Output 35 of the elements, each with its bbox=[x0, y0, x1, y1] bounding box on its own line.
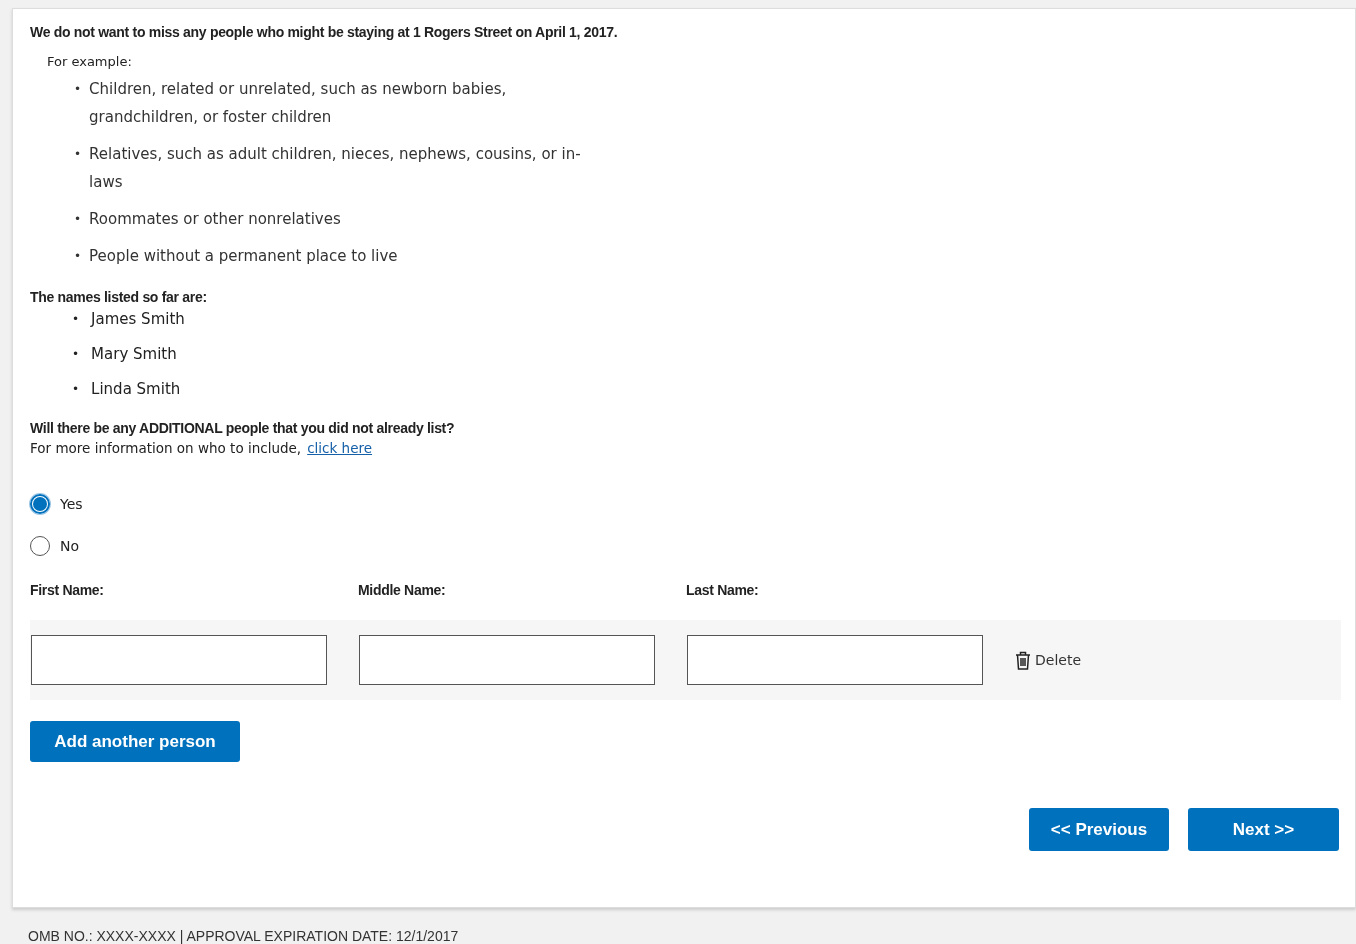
info-text: For more information on who to include, bbox=[30, 440, 302, 456]
radio-label: No bbox=[60, 538, 80, 554]
listed-name: James Smith bbox=[91, 309, 185, 329]
list-bullet: • bbox=[72, 346, 80, 363]
click-here-link[interactable]: click here bbox=[307, 440, 373, 456]
list-bullet: • bbox=[74, 81, 82, 98]
name-input-field[interactable] bbox=[687, 635, 983, 685]
column-label: Middle Name: bbox=[358, 582, 447, 598]
delete-button[interactable]: Delete bbox=[1015, 650, 1081, 670]
footer-text: OMB NO.: XXXX-XXXX | APPROVAL EXPIRATION DATE: 12/1/2017 bbox=[27, 927, 460, 944]
question-text: Will there be any ADDITIONAL people that you did not already list? bbox=[30, 419, 456, 437]
list-bullet: • bbox=[74, 211, 82, 228]
trash-icon bbox=[1015, 650, 1031, 670]
example-item: Children, related or unrelated, such as newborn babies, grandchildren, or foster children bbox=[89, 79, 508, 128]
name-input-field[interactable] bbox=[359, 635, 655, 685]
list-bullet: • bbox=[72, 381, 80, 398]
next-button[interactable]: Next >> bbox=[1188, 808, 1339, 851]
list-bullet: • bbox=[74, 146, 82, 163]
names-heading: The names listed so far are: bbox=[30, 288, 208, 306]
add-person-button[interactable]: Add another person bbox=[30, 721, 240, 762]
example-item: Relatives, such as adult children, nieces, nephews, cousins, or in-laws bbox=[89, 144, 582, 193]
example-item: Roommates or other nonrelatives bbox=[89, 209, 341, 230]
previous-button[interactable]: << Previous bbox=[1029, 808, 1169, 851]
radio-button[interactable] bbox=[30, 494, 50, 514]
list-bullet: • bbox=[74, 248, 82, 265]
name-input-field[interactable] bbox=[31, 635, 327, 685]
example-label: For example: bbox=[47, 53, 133, 71]
intro-heading: We do not want to miss any people who might be staying at 1 Rogers Street on April 1, 2017. bbox=[30, 23, 619, 41]
listed-name: Linda Smith bbox=[91, 379, 181, 399]
list-bullet: • bbox=[72, 311, 80, 328]
column-label: First Name: bbox=[30, 582, 105, 598]
column-label: Last Name: bbox=[686, 582, 760, 598]
radio-label: Yes bbox=[60, 496, 83, 512]
listed-name: Mary Smith bbox=[91, 344, 177, 364]
example-item: People without a permanent place to live bbox=[89, 246, 398, 267]
